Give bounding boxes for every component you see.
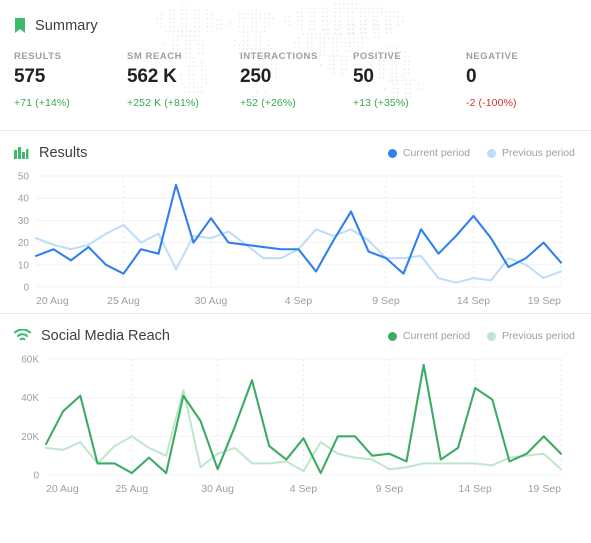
reach-chart-header: Social Media Reach Current period Previou… [0,314,591,344]
results-chart-title: Results [39,145,88,161]
y-axis-tick-label: 10 [18,260,30,271]
legend-item[interactable]: Current period [387,147,471,159]
kpi-label: INTERACTIONS [240,51,318,62]
kpi-interactions: INTERACTIONS 250 +52 (+26%) [240,51,353,109]
summary-section: Summary RESULTS 575 +71 (+14%) SM REACH 562 … [0,0,591,131]
x-axis-tick-label: 14 Sep [459,483,492,495]
y-axis-tick-label: 20K [21,432,39,443]
legend-swatch-icon [387,148,397,158]
x-axis-tick-label: 14 Sep [457,295,490,307]
y-axis-tick-label: 50 [18,172,30,183]
legend-item[interactable]: Current period [387,330,471,342]
legend-label: Previous period [502,330,575,342]
y-axis-tick-label: 30 [18,216,30,227]
y-axis-tick-label: 0 [23,283,29,294]
reach-chart-title: Social Media Reach [41,328,170,344]
x-axis-tick-label: 19 Sep [528,483,561,495]
x-axis-tick-label: 4 Sep [285,295,313,307]
results-legend: Current period Previous period [387,147,575,159]
x-axis-tick-label: 25 Aug [115,483,148,495]
x-axis-tick-label: 20 Aug [46,483,79,495]
kpi-label: RESULTS [14,51,62,62]
kpi-sm-reach: SM REACH 562 K +252 K (+81%) [127,51,240,109]
bookmark-icon [14,18,26,34]
legend-item[interactable]: Previous period [487,147,575,159]
results-chart-section: Results Current period Previous period 0 1… [0,131,591,314]
dashboard-page: Summary RESULTS 575 +71 (+14%) SM REACH 562 … [0,0,591,543]
kpi-row: RESULTS 575 +71 (+14%) SM REACH 562 K +252 K … [0,34,591,109]
summary-title: Summary [35,18,98,34]
x-axis-tick-label: 30 Aug [195,295,228,307]
kpi-delta: -2 (-100%) [466,97,517,109]
reach-chart-section: Social Media Reach Current period Previou… [0,314,591,501]
y-axis-tick-label: 40 [18,194,30,205]
x-axis-tick-label: 25 Aug [107,295,140,307]
legend-label: Previous period [502,147,575,159]
reach-legend: Current period Previous period [387,330,575,342]
series-line-current-period [44,363,563,475]
reach-line-chart[interactable]: 0 20K 40K 60K 20 Aug 25 Aug 30 Aug 4 Sep 9 Sep 14… [6,351,579,501]
legend-label: Current period [402,147,471,159]
kpi-label: SM REACH [127,51,183,62]
results-chart-header: Results Current period Previous period [0,131,591,161]
series-line-previous-period [35,223,562,284]
x-axis-tick-label: 19 Sep [528,295,561,307]
kpi-value: 50 [353,66,374,87]
kpi-value: 562 K [127,66,177,87]
kpi-positive: POSITIVE 50 +13 (+35%) [353,51,466,109]
results-plot-wrap: 0 10 20 30 40 50 20 Aug 25 Aug 30 Aug 4 Sep 9 Sep 1… [0,161,591,313]
x-axis-tick-label: 20 Aug [36,295,69,307]
legend-item[interactable]: Previous period [487,330,575,342]
kpi-label: NEGATIVE [466,51,519,62]
kpi-delta: +71 (+14%) [14,97,70,109]
y-axis-tick-label: 0 [33,471,39,482]
kpi-negative: NEGATIVE 0 -2 (-100%) [466,51,518,109]
reach-title-wrap: Social Media Reach [14,328,170,344]
kpi-value: 575 [14,66,46,87]
results-title-wrap: Results [14,145,87,161]
y-axis-tick-label: 20 [18,238,30,249]
legend-swatch-icon [487,331,497,341]
x-axis-tick-label: 4 Sep [290,483,318,495]
kpi-delta: +13 (+35%) [353,97,409,109]
results-line-chart[interactable]: 0 10 20 30 40 50 20 Aug 25 Aug 30 Aug 4 Sep 9 Sep 1… [6,168,579,313]
kpi-value: 0 [466,66,477,87]
y-axis-tick-label: 60K [21,355,39,366]
kpi-label: POSITIVE [353,51,402,62]
wifi-icon [14,329,31,343]
kpi-delta: +252 K (+81%) [127,97,199,109]
x-axis-tick-label: 9 Sep [372,295,400,307]
kpi-results: RESULTS 575 +71 (+14%) [14,51,127,109]
x-axis-tick-label: 30 Aug [201,483,234,495]
bar-chart-icon [14,146,29,161]
x-axis-tick-label: 9 Sep [376,483,404,495]
legend-label: Current period [402,330,471,342]
reach-plot-wrap: 0 20K 40K 60K 20 Aug 25 Aug 30 Aug 4 Sep 9 Sep 14… [0,344,591,501]
kpi-delta: +52 (+26%) [240,97,296,109]
summary-header: Summary [0,0,591,34]
legend-swatch-icon [387,331,397,341]
legend-swatch-icon [487,148,497,158]
kpi-value: 250 [240,66,272,87]
y-axis-tick-label: 40K [21,393,39,404]
